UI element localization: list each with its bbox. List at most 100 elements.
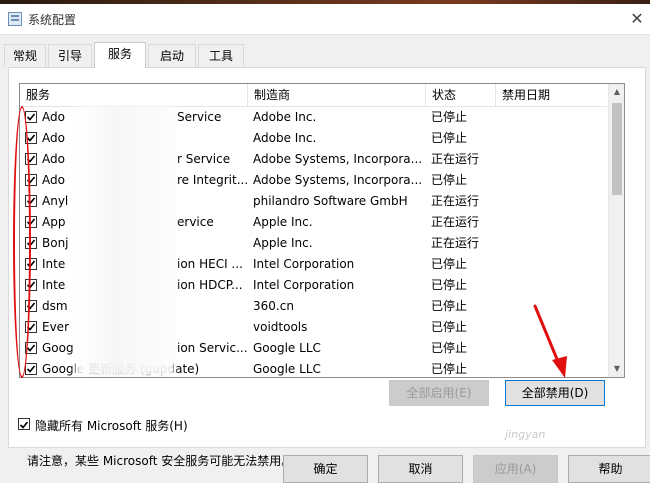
service-row[interactable]: dsm 360.cn 已停止 <box>20 296 607 317</box>
check-icon <box>26 155 36 163</box>
service-status: 正在运行 <box>431 215 480 229</box>
service-checkbox[interactable] <box>25 363 37 375</box>
service-manufacturer: Google LLC <box>253 362 321 376</box>
service-checkbox[interactable] <box>25 258 37 270</box>
scroll-down-icon[interactable]: ▼ <box>609 361 624 377</box>
service-row[interactable]: Ever voidtools 已停止 <box>20 317 607 338</box>
tab-general[interactable]: 常规 <box>4 44 46 67</box>
check-icon <box>26 176 36 184</box>
service-name-tail <box>177 128 247 149</box>
column-manufacturer[interactable]: 制造商 <box>248 84 426 106</box>
service-manufacturer: 360.cn <box>253 299 294 313</box>
watermark: jingyan <box>505 428 546 441</box>
hide-ms-checkbox[interactable] <box>18 418 30 430</box>
service-row[interactable]: Google 更新服务 (gupdate) Google LLC 已停止 <box>20 359 607 377</box>
service-row[interactable]: Inte ion HECI ... Intel Corporation 已停止 <box>20 254 607 275</box>
check-icon <box>26 197 36 205</box>
service-manufacturer: Intel Corporation <box>253 278 355 292</box>
service-checkbox[interactable] <box>25 321 37 333</box>
service-manufacturer: Apple Inc. <box>253 236 313 250</box>
help-button[interactable]: 帮助 <box>568 455 650 483</box>
service-row[interactable]: Anyl philandro Software GmbH 正在运行 <box>20 191 607 212</box>
service-name-tail: r Service <box>177 152 231 166</box>
service-name-tail: ervice <box>177 215 214 229</box>
check-icon <box>26 260 36 268</box>
service-checkbox[interactable] <box>25 300 37 312</box>
service-status: 已停止 <box>431 278 468 292</box>
service-manufacturer: voidtools <box>253 320 308 334</box>
service-name-tail <box>177 317 247 338</box>
service-manufacturer: philandro Software GmbH <box>253 194 408 208</box>
service-manufacturer: Apple Inc. <box>253 215 313 229</box>
tab-services[interactable]: 服务 <box>94 42 146 68</box>
check-icon <box>19 421 29 429</box>
close-icon[interactable]: ✕ <box>624 4 650 34</box>
service-checkbox[interactable] <box>25 216 37 228</box>
check-icon <box>26 344 36 352</box>
services-list[interactable]: 服务 制造商 状态 禁用日期 Ado Service Adobe Inc. 已停止 Ad… <box>19 83 625 378</box>
column-service[interactable]: 服务 <box>20 84 248 106</box>
service-name-tail: Service <box>177 110 222 124</box>
ok-button[interactable]: 确定 <box>283 455 368 483</box>
service-status: 已停止 <box>431 110 468 124</box>
check-icon <box>26 365 36 373</box>
service-checkbox[interactable] <box>25 342 37 354</box>
service-status: 已停止 <box>431 299 468 313</box>
service-row[interactable]: Inte ion HDCP... Intel Corporation 已停止 <box>20 275 607 296</box>
service-checkbox[interactable] <box>25 174 37 186</box>
tab-tools[interactable]: 工具 <box>198 44 244 67</box>
service-manufacturer: Adobe Systems, Incorpora... <box>253 152 423 166</box>
service-manufacturer: Intel Corporation <box>253 257 355 271</box>
service-row[interactable]: Ado re Integrit... Adobe Systems, Incorpor… <box>20 170 607 191</box>
vertical-scrollbar[interactable]: ▲ ▼ <box>608 84 624 377</box>
service-name-tail: re Integrit... <box>177 173 247 187</box>
service-checkbox[interactable] <box>25 153 37 165</box>
apply-button[interactable]: 应用(A) <box>473 455 558 483</box>
service-name-tail: ion HDCP... <box>177 278 243 292</box>
service-checkbox[interactable] <box>25 237 37 249</box>
service-checkbox[interactable] <box>25 132 37 144</box>
service-status: 已停止 <box>431 320 468 334</box>
service-checkbox[interactable] <box>25 279 37 291</box>
title-bar: 系统配置 ✕ <box>0 4 650 35</box>
service-row[interactable]: Goog ion Servic... Google LLC 已停止 <box>20 338 607 359</box>
service-status: 正在运行 <box>431 194 480 208</box>
check-icon <box>26 281 36 289</box>
services-panel: 服务 制造商 状态 禁用日期 Ado Service Adobe Inc. 已停止 Ad… <box>8 67 646 468</box>
service-checkbox[interactable] <box>25 111 37 123</box>
service-row[interactable]: Ado r Service Adobe Systems, Incorpora... 正… <box>20 149 607 170</box>
service-status: 已停止 <box>431 131 468 145</box>
scroll-thumb[interactable] <box>612 103 622 195</box>
service-row[interactable]: App ervice Apple Inc. 正在运行 <box>20 212 607 233</box>
service-name-tail: ion HECI ... <box>177 257 243 271</box>
service-name-tail: ion Servic... <box>177 341 247 355</box>
tab-startup[interactable]: 启动 <box>148 44 196 67</box>
column-disabled-date[interactable]: 禁用日期 <box>496 84 607 106</box>
service-row[interactable]: Ado Adobe Inc. 已停止 <box>20 128 607 149</box>
service-manufacturer: Adobe Systems, Incorpora... <box>253 173 423 187</box>
service-row[interactable]: Bonj Apple Inc. 正在运行 <box>20 233 607 254</box>
scroll-up-icon[interactable]: ▲ <box>609 84 624 100</box>
service-checkbox[interactable] <box>25 195 37 207</box>
service-name-tail <box>177 296 247 317</box>
service-status: 已停止 <box>431 341 468 355</box>
check-icon <box>26 134 36 142</box>
service-manufacturer: Adobe Inc. <box>253 110 317 124</box>
check-icon <box>26 323 36 331</box>
disable-all-button[interactable]: 全部禁用(D) <box>505 380 605 406</box>
column-status[interactable]: 状态 <box>426 84 496 106</box>
service-name-tail <box>177 191 247 212</box>
column-header: 服务 制造商 状态 禁用日期 <box>20 84 607 107</box>
service-status: 正在运行 <box>431 236 480 250</box>
service-status: 正在运行 <box>431 152 480 166</box>
service-row[interactable]: Ado Service Adobe Inc. 已停止 <box>20 107 607 128</box>
tab-boot[interactable]: 引导 <box>48 44 92 67</box>
window-title: 系统配置 <box>28 13 77 27</box>
check-icon <box>26 302 36 310</box>
enable-all-button[interactable]: 全部启用(E) <box>389 380 489 406</box>
msconfig-icon <box>8 12 22 26</box>
service-manufacturer: Google LLC <box>253 341 321 355</box>
cancel-button[interactable]: 取消 <box>378 455 463 483</box>
check-icon <box>26 218 36 226</box>
check-icon <box>26 239 36 247</box>
